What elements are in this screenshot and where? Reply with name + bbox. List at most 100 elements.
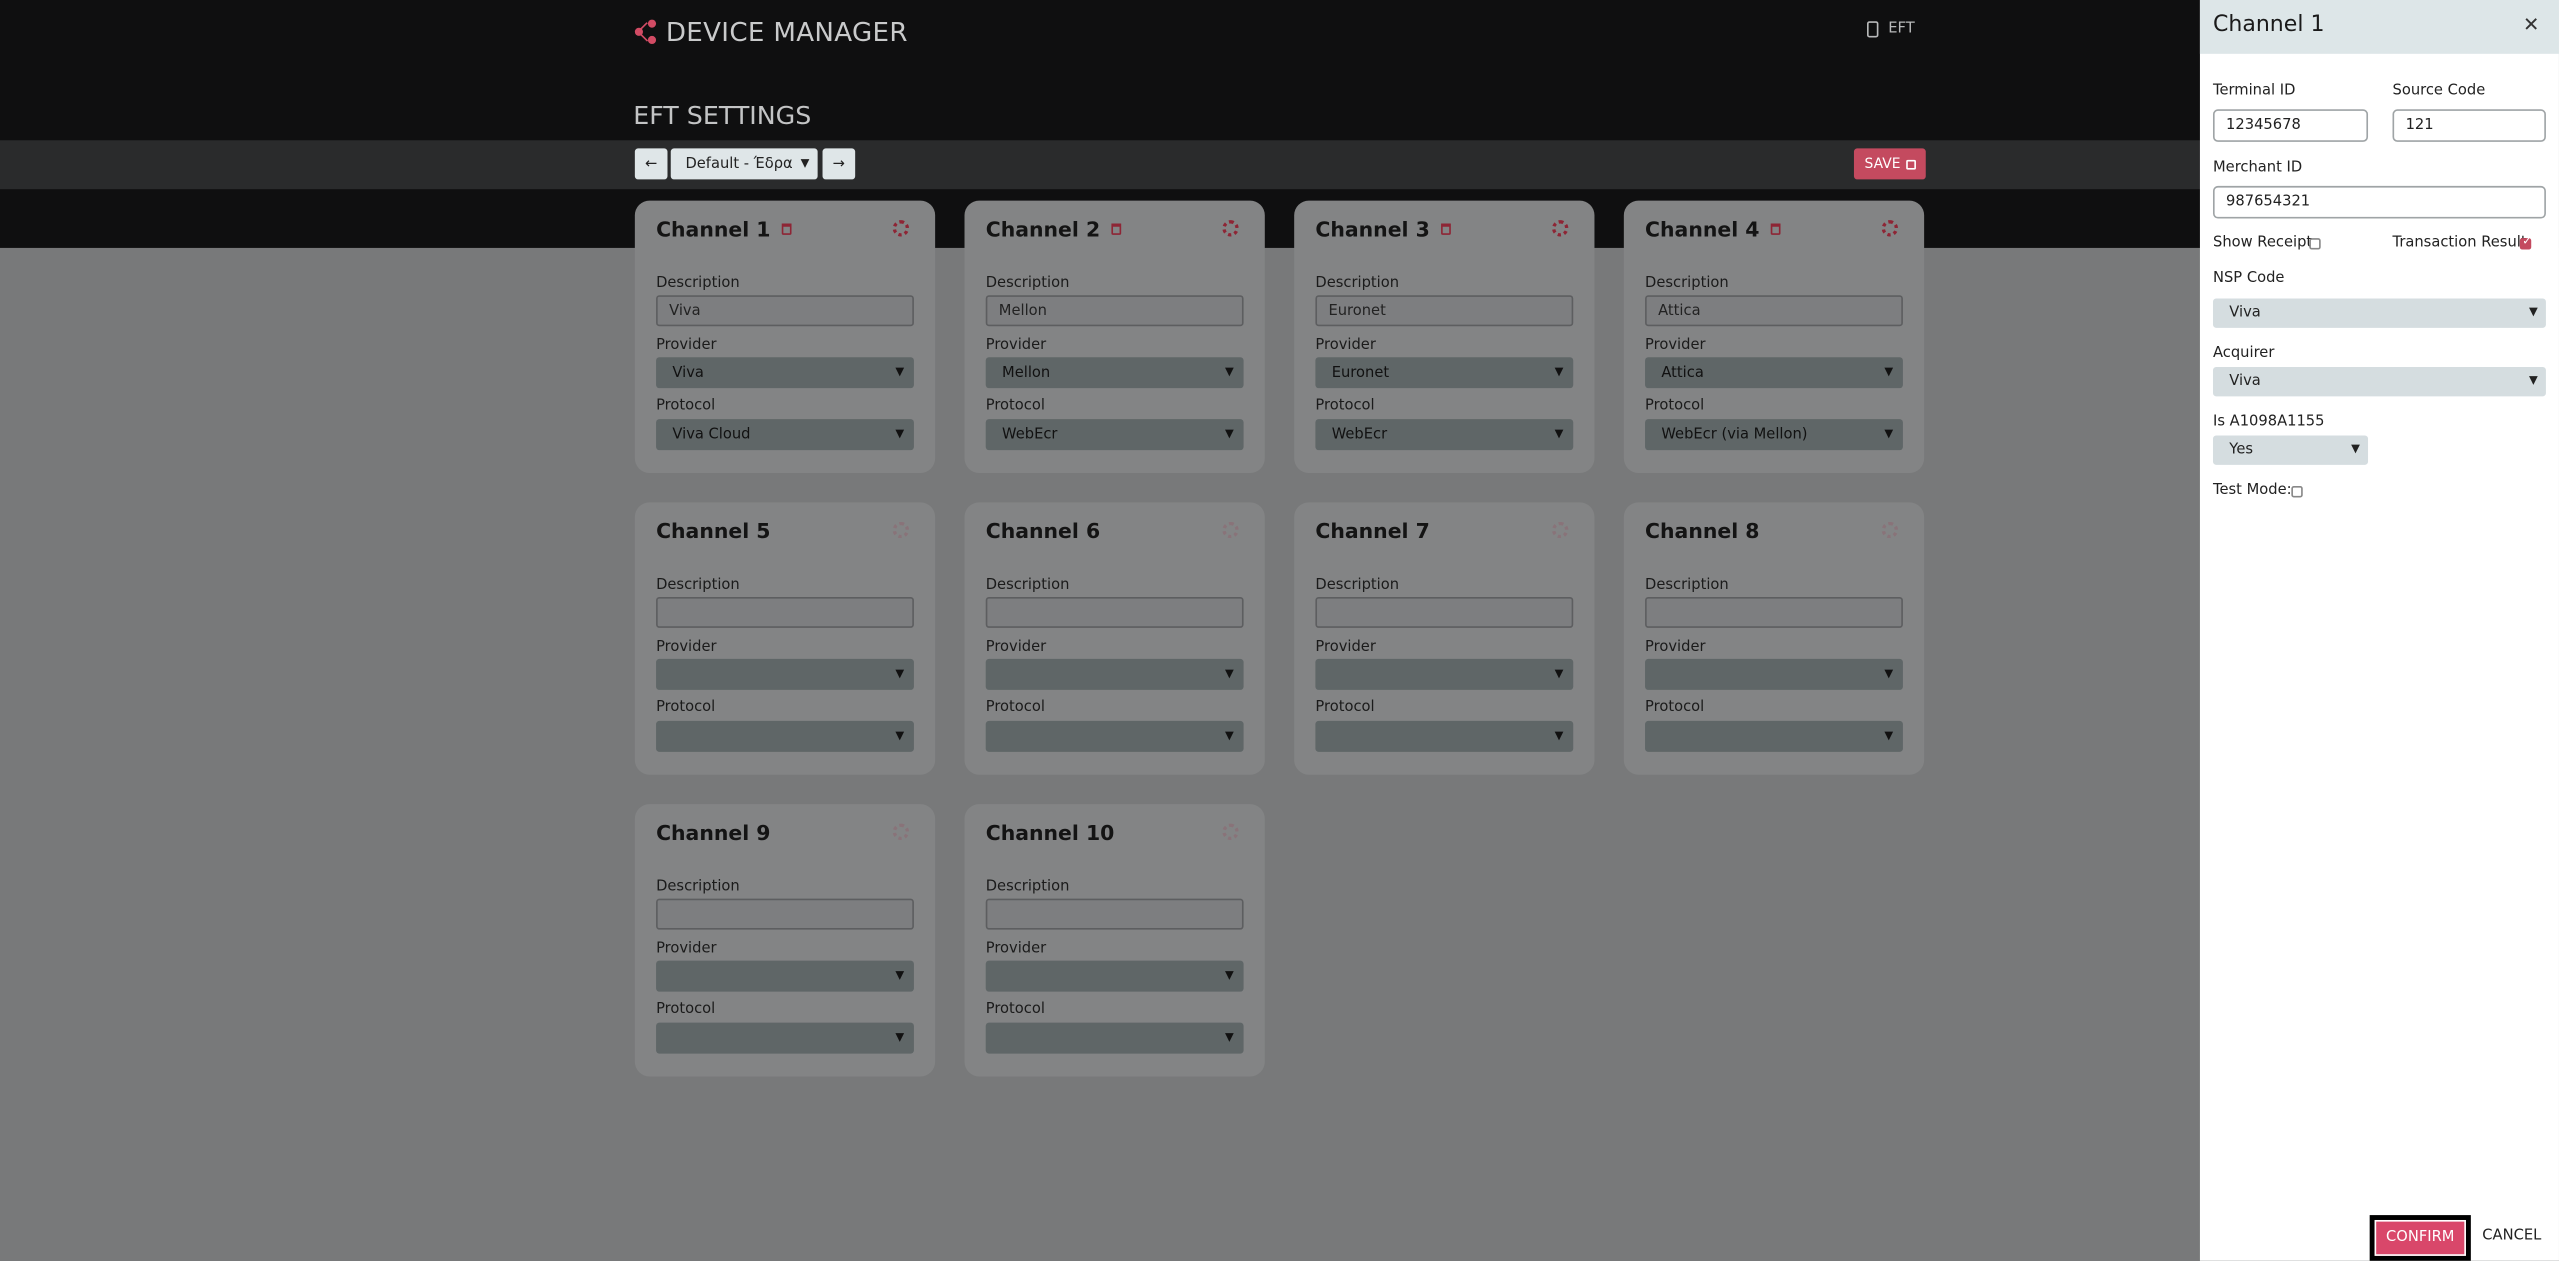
floppy-disk-icon [1905,159,1916,169]
provider-select[interactable]: ▼ [656,658,914,690]
save-button[interactable]: SAVE [1853,148,1926,180]
close-icon[interactable]: ✕ [2523,13,2539,36]
protocol-select[interactable]: ▼ [656,720,914,752]
trash-icon[interactable] [1111,223,1122,235]
description-input[interactable]: Attica [1645,295,1903,327]
protocol-select[interactable]: ▼ [1645,720,1903,752]
protocol-select[interactable]: WebEcr (via Mellon) ▼ [1645,419,1903,451]
channel-title-text: Channel 6 [985,518,1101,544]
nsp-code-label: NSP Code [2212,270,2285,288]
eft-nav-label: EFT [1888,21,1915,38]
provider-value: Viva [672,364,704,381]
gear-icon[interactable] [1222,220,1239,237]
protocol-select[interactable]: ▼ [985,720,1244,752]
description-input[interactable]: Viva [656,295,914,327]
is-a1098-select[interactable]: Yes ▼ [2212,435,2369,465]
protocol-label: Protocol [1315,699,1375,717]
description-label: Description [1315,275,1400,292]
provider-select[interactable]: ▼ [656,960,914,992]
provider-select[interactable]: Euronet ▼ [1315,357,1574,389]
provider-select[interactable]: ▼ [1645,658,1903,690]
channel-title: Channel 7 [1315,519,1429,543]
trash-icon[interactable] [1770,223,1781,235]
provider-select[interactable]: ▼ [985,658,1244,690]
description-input[interactable]: Mellon [985,295,1244,327]
transaction-result-label: Transaction Result: [2392,234,2532,252]
test-mode-checkbox[interactable] [2291,486,2303,498]
terminal-id-input[interactable]: 12345678 [2212,109,2369,142]
provider-select[interactable]: Viva ▼ [656,357,914,389]
terminal-id-label: Terminal ID [2212,83,2296,100]
acquirer-select[interactable]: Viva ▼ [2212,366,2546,397]
description-label: Description [656,577,740,594]
provider-select[interactable]: Mellon ▼ [985,357,1244,389]
pos-terminal-icon [1867,21,1879,38]
protocol-label: Protocol [656,397,716,415]
protocol-label: Protocol [985,699,1045,717]
description-input[interactable] [656,898,914,930]
prev-profile-button[interactable]: ← [634,148,668,180]
caret-down-icon: ▼ [1224,365,1234,379]
transaction-result-checkbox[interactable] [2519,235,2532,250]
channel-card: Channel 5 Description Provider ▼ Protocol ▼ [634,502,936,775]
gear-icon[interactable] [1881,521,1899,539]
description-label: Description [985,275,1070,292]
nsp-code-select[interactable]: Viva ▼ [2212,298,2546,328]
share-nodes-icon [634,19,658,45]
gear-icon[interactable] [892,521,910,539]
provider-label: Provider [985,941,1047,958]
protocol-select[interactable]: WebEcr ▼ [1315,419,1574,451]
description-input[interactable] [656,596,914,628]
protocol-select[interactable]: ▼ [985,1022,1244,1054]
merchant-id-input[interactable]: 987654321 [2212,185,2546,219]
gear-icon[interactable] [892,220,910,237]
gear-icon[interactable] [1222,823,1239,840]
provider-label: Provider [985,639,1047,656]
channel-title: Channel 9 [656,820,770,844]
trash-icon[interactable] [1441,223,1452,235]
caret-down-icon: ▼ [1554,427,1564,441]
gear-icon[interactable] [892,823,910,840]
provider-select[interactable]: Attica ▼ [1645,357,1903,389]
channel-card: Channel 3 Description Euronet Provider Euron… [1294,200,1595,473]
description-label: Description [985,577,1070,594]
description-input[interactable] [1315,596,1574,628]
trash-icon[interactable] [781,223,792,235]
gear-icon[interactable] [1881,220,1899,237]
confirm-button[interactable]: CONFIRM [2374,1219,2466,1256]
description-input[interactable] [1645,596,1903,628]
description-input[interactable]: Euronet [1315,295,1574,327]
caret-down-icon: ▼ [895,1030,905,1044]
gear-icon[interactable] [1222,521,1239,539]
acquirer-value: Viva [2229,373,2261,390]
show-receipt-checkbox[interactable] [2309,238,2321,250]
protocol-select[interactable]: ▼ [656,1022,914,1054]
provider-select[interactable]: ▼ [1315,658,1574,690]
protocol-value: WebEcr (via Mellon) [1661,426,1808,443]
protocol-select[interactable]: Viva Cloud ▼ [656,419,914,451]
cancel-button[interactable]: CANCEL [2482,1228,2541,1244]
caret-down-icon: ▼ [1884,667,1894,681]
channel-title: Channel 5 [656,519,770,543]
channel-card: Channel 10 Description Provider ▼ Protocol ▼ [964,804,1265,1077]
profile-select[interactable]: Default - Έδρα ▼ [670,148,818,180]
channel-title-text: Channel 1 [656,216,771,242]
app-brand[interactable]: DEVICE MANAGER [634,15,908,48]
source-code-input[interactable]: 121 [2392,109,2546,142]
protocol-label: Protocol [985,1001,1045,1018]
gear-icon[interactable] [1552,220,1569,237]
provider-select[interactable]: ▼ [985,960,1244,992]
protocol-value: WebEcr [1002,426,1058,443]
channel-title-text: Channel 4 [1645,216,1760,242]
description-input[interactable] [985,898,1244,930]
protocol-select[interactable]: ▼ [1315,720,1574,752]
channel-title: Channel 3 [1315,217,1452,241]
eft-nav-link[interactable]: EFT [1867,21,1915,38]
protocol-select[interactable]: WebEcr ▼ [985,419,1244,451]
caret-down-icon: ▼ [1554,365,1564,379]
gear-icon[interactable] [1552,521,1569,539]
next-profile-button[interactable]: → [822,148,856,180]
channel-title-text: Channel 5 [656,518,771,544]
description-input[interactable] [985,596,1244,628]
caret-down-icon: ▼ [895,427,905,441]
